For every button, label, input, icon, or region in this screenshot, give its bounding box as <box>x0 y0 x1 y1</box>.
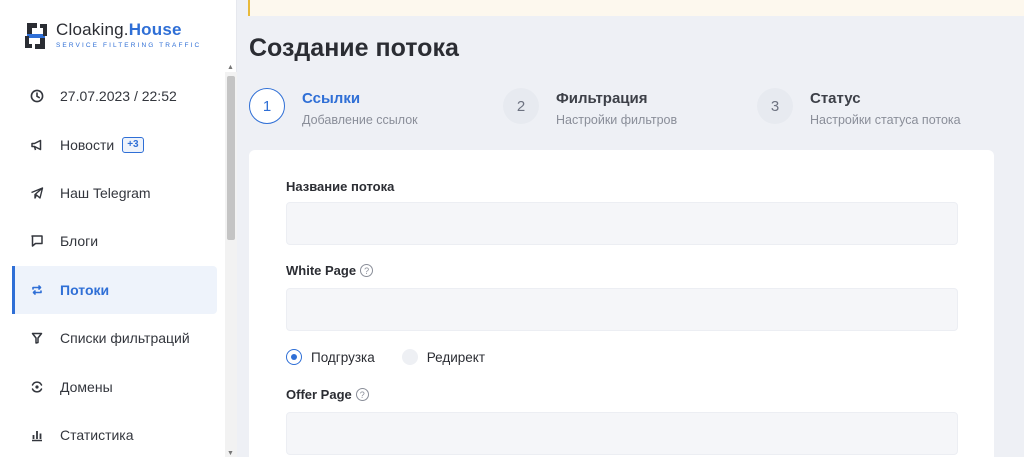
step-title: Ссылки <box>302 90 361 107</box>
stream-name-input[interactable] <box>286 202 958 245</box>
sidebar-item-label: Новости <box>60 136 115 153</box>
white-page-input[interactable] <box>286 288 958 331</box>
offer-page-input[interactable] <box>286 412 958 455</box>
step-number: 1 <box>249 88 285 124</box>
step-title: Фильтрация <box>556 90 648 107</box>
sidebar-item-label: Наш Telegram <box>60 184 151 201</box>
step-number: 3 <box>757 88 793 124</box>
load-mode-radio-group: Подгрузка Редирект <box>286 349 512 365</box>
sidebar-item-streams[interactable]: Потоки <box>12 265 217 315</box>
scroll-up-arrow-icon[interactable]: ▲ <box>227 64 234 71</box>
sidebar-item-label: Блоги <box>60 233 99 250</box>
sidebar-nav: 27.07.2023 / 22:52 Новости +3 Наш Telegr… <box>0 72 225 457</box>
help-icon[interactable]: ? <box>355 388 369 401</box>
chat-icon <box>30 234 44 248</box>
sidebar-item-label: Статистика <box>60 426 134 443</box>
sidebar-item-news[interactable]: Новости +3 <box>0 120 225 168</box>
step-title: Статус <box>810 90 861 107</box>
sidebar-item-domains[interactable]: Домены <box>0 362 225 410</box>
megaphone-icon <box>30 138 44 152</box>
step-links[interactable]: 1 Ссылки Добавление ссылок <box>249 88 418 127</box>
logo-tagline: SERVICE FILTERING TRAFFIC <box>56 42 202 49</box>
radio-redirect[interactable] <box>401 349 418 365</box>
white-page-label: White Page ? <box>286 263 374 278</box>
bar-chart-icon <box>30 428 44 442</box>
sidebar-item-datetime: 27.07.2023 / 22:52 <box>0 72 225 120</box>
logo-icon <box>25 23 47 49</box>
logo-title: Cloaking.House <box>56 20 182 39</box>
radio-load-label[interactable]: Подгрузка <box>311 350 375 365</box>
sidebar-scrollbar[interactable]: ▲ ▼ <box>225 64 237 457</box>
domain-icon <box>30 380 44 394</box>
logo[interactable]: Cloaking.House SERVICE FILTERING TRAFFIC <box>24 20 201 60</box>
repeat-icon <box>30 283 44 297</box>
stream-form-card: Название потока White Page ? Подгрузка Р… <box>249 150 994 457</box>
sidebar-item-statistics[interactable]: Статистика <box>0 411 225 457</box>
step-subtitle: Настройки фильтров <box>556 113 678 127</box>
sidebar-item-label: Списки фильтраций <box>60 330 190 347</box>
notice-banner <box>248 0 1024 16</box>
filter-icon <box>30 331 44 345</box>
page-title: Создание потока <box>249 34 459 62</box>
sidebar-item-telegram[interactable]: Наш Telegram <box>0 169 225 217</box>
step-filtering[interactable]: 2 Фильтрация Настройки фильтров <box>503 88 677 127</box>
sidebar-item-label: Домены <box>60 378 113 395</box>
offer-page-label: Offer Page ? <box>286 387 369 402</box>
help-icon[interactable]: ? <box>360 264 374 277</box>
telegram-icon <box>30 186 44 200</box>
step-subtitle: Добавление ссылок <box>302 113 418 127</box>
radio-load[interactable] <box>286 349 302 365</box>
sidebar-item-blogs[interactable]: Блоги <box>0 217 225 265</box>
scrollbar-thumb[interactable] <box>227 76 235 240</box>
sidebar-item-label: 27.07.2023 / 22:52 <box>60 88 177 105</box>
sidebar-item-label: Потоки <box>60 281 110 298</box>
news-count-badge: +3 <box>122 136 144 153</box>
sidebar: Cloaking.House SERVICE FILTERING TRAFFIC… <box>0 0 237 457</box>
stream-name-label: Название потока <box>286 179 395 194</box>
step-subtitle: Настройки статуса потока <box>810 113 961 127</box>
scroll-down-arrow-icon[interactable]: ▼ <box>227 450 234 457</box>
step-number: 2 <box>503 88 539 124</box>
step-status[interactable]: 3 Статус Настройки статуса потока <box>757 88 961 127</box>
clock-icon <box>30 89 44 103</box>
sidebar-item-filter-lists[interactable]: Списки фильтраций <box>0 314 225 362</box>
radio-redirect-label[interactable]: Редирект <box>427 350 485 365</box>
